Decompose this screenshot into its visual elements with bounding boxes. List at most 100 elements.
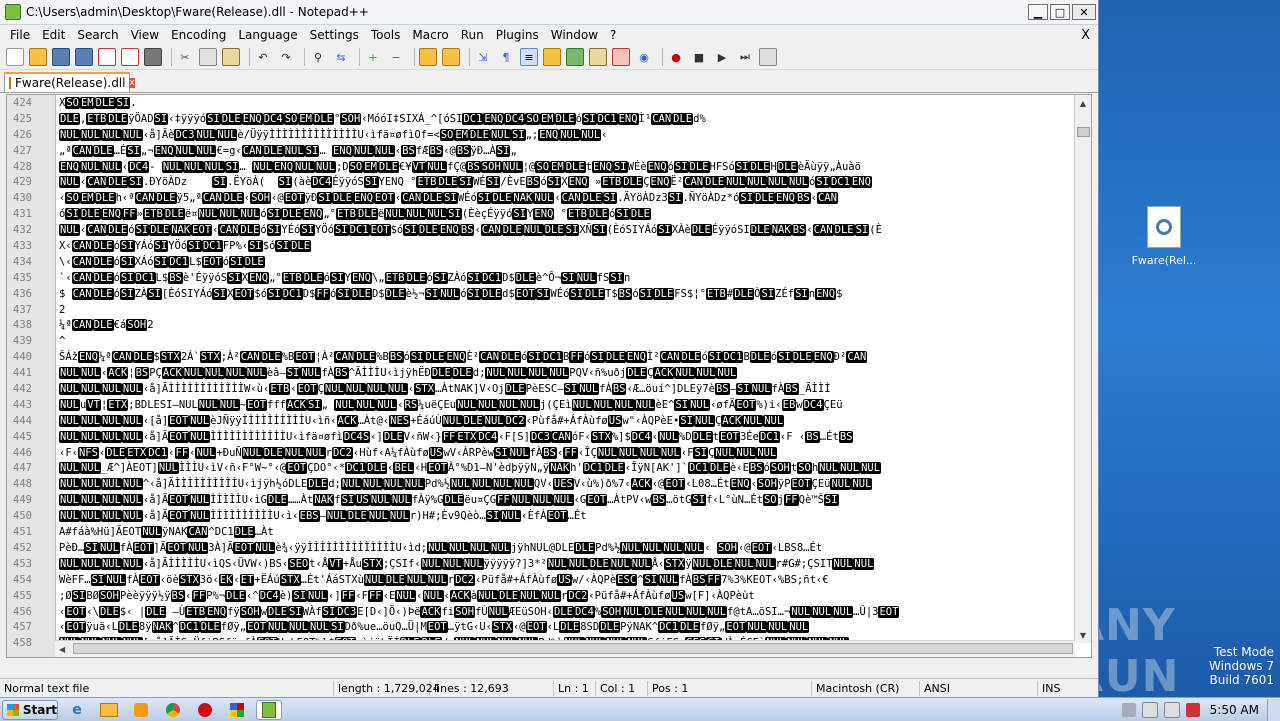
doc-map-icon[interactable] bbox=[566, 48, 584, 66]
editor-line[interactable]: 430 ‹SO EM DLEh‹ªCAN DLEÿ5„ªCAN DLE‹SOH‹@EOTÿ… bbox=[7, 191, 1075, 207]
editor-line[interactable]: 452 PèÐ…SI NULfÀEOT]ÃEOT NUL3À]ÃEOT NULè¾‹ÿÿ… bbox=[7, 541, 1075, 557]
editor-line[interactable]: 426 NUL NUL NUL NUL‹å]ÃèDC3 NUL NULè/ÜÿÿÌÌÌÌÌÌ… bbox=[7, 128, 1075, 144]
menu-settings[interactable]: Settings bbox=[304, 28, 365, 42]
volume-icon[interactable] bbox=[1141, 701, 1158, 718]
menu-file[interactable]: File bbox=[4, 28, 36, 42]
editor-line[interactable]: 438 ¼ªCAN DLE€áSOH2 bbox=[7, 318, 1075, 334]
scroll-down-icon[interactable]: ▼ bbox=[1075, 627, 1091, 643]
save-all-icon[interactable] bbox=[75, 48, 93, 66]
editor-line[interactable]: 450 NUL NUL NUL NUL‹å]ÃEOT NULÌÌÌÌÌÌÌÌÌÌU‹ì‹E… bbox=[7, 509, 1075, 525]
save-icon[interactable] bbox=[52, 48, 70, 66]
editor-line[interactable]: 437 2 bbox=[7, 303, 1075, 319]
menu-window[interactable]: Window bbox=[545, 28, 604, 42]
menu-view[interactable]: View bbox=[125, 28, 165, 42]
editor-line[interactable]: 454 WèFF…SI NULfÀEOT‹öèSTX3ö‹EK‹ET+ËÁúSTX…… bbox=[7, 573, 1075, 589]
scroll-up-icon[interactable]: ▲ bbox=[1075, 95, 1091, 111]
close-all-icon[interactable] bbox=[121, 48, 139, 66]
run-macro-multiple-icon[interactable]: ⏭ bbox=[736, 48, 754, 66]
folder-workspace-icon[interactable] bbox=[612, 48, 630, 66]
editor-line[interactable]: 436 $ CAN DLEóSIZÀSI[ÈóSIYÁóSIXEOT$óSI DC1D… bbox=[7, 287, 1075, 303]
editor-line[interactable]: 427 „ªCAN DLE…ÉSI„¬ENQ NUL NUL€=g‹CAN DLE NUL S… bbox=[7, 144, 1075, 160]
editor-line[interactable]: 455 ;ØSIBØSOHPèèÿÿÿ½ÿBS‹FFP%¬DLE‹^DC4è)SI… bbox=[7, 589, 1075, 605]
status-eol[interactable]: Macintosh (CR) bbox=[812, 681, 920, 696]
tab-fware-release[interactable]: Fware(Release).dll x bbox=[4, 72, 135, 92]
chrome-icon[interactable] bbox=[160, 700, 186, 720]
tray-expand-icon[interactable] bbox=[1121, 702, 1136, 717]
editor-line[interactable]: 441 NUL NUL‹ACK¦BSPÇACK NUL NUL NUL NULèâ—SI NU… bbox=[7, 366, 1075, 382]
start-button[interactable]: Start bbox=[2, 699, 58, 720]
editor-line[interactable]: 445 NUL NUL NUL NUL‹å]ÃEOT NULÌÌÌÌÌÌÌÌÌÌÌÌU‹ì… bbox=[7, 430, 1075, 446]
minimize-button[interactable]: ▁ bbox=[1028, 4, 1048, 20]
tab-close-icon[interactable]: x bbox=[129, 78, 135, 88]
editor-line[interactable]: 432 NUL‹CAN DLEóSI DLE NAK EOT‹CAN DLEóSIYÉóSI… bbox=[7, 223, 1075, 239]
zoom-in-icon[interactable]: + bbox=[364, 48, 382, 66]
save-macro-icon[interactable] bbox=[759, 48, 777, 66]
show-desktop-button[interactable] bbox=[1267, 698, 1280, 721]
show-all-chars-icon[interactable]: ¶ bbox=[497, 48, 515, 66]
maximize-button[interactable]: □ bbox=[1050, 4, 1070, 20]
close-file-icon[interactable] bbox=[98, 48, 116, 66]
close-document-x[interactable]: X bbox=[1073, 28, 1098, 43]
copy-icon[interactable] bbox=[199, 48, 217, 66]
open-file-icon[interactable] bbox=[29, 48, 47, 66]
action-center-icon[interactable] bbox=[1185, 702, 1200, 717]
zoom-out-icon[interactable]: − bbox=[387, 48, 405, 66]
record-macro-icon[interactable]: ● bbox=[667, 48, 685, 66]
menu-help[interactable]: ? bbox=[604, 28, 622, 42]
play-macro-icon[interactable]: ▶ bbox=[713, 48, 731, 66]
editor-line[interactable]: 431 óSI DLE ENQ FF»ETB DLEë¤NUL NUL NULóSI DLE EN… bbox=[7, 207, 1075, 223]
editor-line[interactable]: 448 NUL NUL NUL NUL^‹å]ÃÌÌÌÌÌÌÌÌÌÌU‹ìjÿh½óDL… bbox=[7, 477, 1075, 493]
menu-plugins[interactable]: Plugins bbox=[490, 28, 545, 42]
horizontal-scrollbar[interactable]: ◀ ▶ bbox=[55, 640, 1075, 657]
editor-line[interactable]: 457 ‹EOTÿuä‹LDLE8ÿNAK^DC1 DLEfØÿ„EOT NUL NUL… bbox=[7, 620, 1075, 636]
redo-icon[interactable]: ↷ bbox=[277, 48, 295, 66]
editor-area[interactable]: 424 XSO EM DLE SI. 425 DLE‚ETB DLEÿÖADSI‹‡ÿÿÿóS… bbox=[6, 94, 1092, 658]
word-wrap-icon[interactable]: ⇲ bbox=[474, 48, 492, 66]
editor-line[interactable]: 424 XSO EM DLE SI. bbox=[7, 96, 1075, 112]
function-list-icon[interactable] bbox=[589, 48, 607, 66]
editor-line[interactable]: 425 DLE‚ETB DLEÿÖADSI‹‡ÿÿÿóSI DLE ENQ DC4 SO EM… bbox=[7, 112, 1075, 128]
replace-icon[interactable]: ⇆ bbox=[332, 48, 350, 66]
monitoring-icon[interactable]: ◉ bbox=[635, 48, 653, 66]
editor-line[interactable]: 434 \‹CAN DLEóSIXÁóSI DC1L$EOTóSI DLE bbox=[7, 255, 1075, 271]
paste-icon[interactable] bbox=[222, 48, 240, 66]
editor-line[interactable]: 451 A#fáà%Hü]ÃEOTNULÿNAKCAN^DC1DLE…Àt bbox=[7, 525, 1075, 541]
cut-icon[interactable]: ✂ bbox=[176, 48, 194, 66]
menu-run[interactable]: Run bbox=[455, 28, 490, 42]
sync-horizontal-icon[interactable] bbox=[442, 48, 460, 66]
scroll-left-icon[interactable]: ◀ bbox=[55, 645, 65, 654]
find-icon[interactable]: ⚲ bbox=[309, 48, 327, 66]
internet-explorer-icon[interactable]: e bbox=[64, 700, 90, 720]
editor-line[interactable]: 433 X‹CAN DLEóSIYÁóSIYÖóSI DC1FP%‹SI$óSI DLE bbox=[7, 239, 1075, 255]
menu-encoding[interactable]: Encoding bbox=[165, 28, 232, 42]
editor-line[interactable]: 449 NUL NUL NUL NUL‹å]ÃEOT NULÌÌÌÌÌU‹ìGDLE……À… bbox=[7, 493, 1075, 509]
editor-line[interactable]: 447 NUL NUL_Æ^]ÀEOT]NULÌÌÌU‹ìV‹ñ‹F°W~°‹@EO… bbox=[7, 461, 1075, 477]
menu-macro[interactable]: Macro bbox=[406, 28, 454, 42]
menu-language[interactable]: Language bbox=[232, 28, 303, 42]
editor-line[interactable]: 456 ‹EOT‹\DLE$‹ |DLE —ÙETB ENQfÿSOHwDLE SIW… bbox=[7, 605, 1075, 621]
app-grid-icon[interactable] bbox=[224, 700, 250, 720]
editor-line[interactable]: 429 NUL‹CAN DLE SI.ÐYöÀDz SI.ËYöÀ( SI(àèDC4… bbox=[7, 175, 1075, 191]
network-icon[interactable] bbox=[1163, 701, 1180, 718]
stop-macro-icon[interactable]: ■ bbox=[690, 48, 708, 66]
editor-line[interactable]: 453 NUL NUL NUL NUL‹å]ÃÌÌÌÌÌU‹ìQS‹ÜVW‹)BS‹SE… bbox=[7, 557, 1075, 573]
horizontal-scroll-thumb[interactable] bbox=[73, 643, 1073, 654]
vertical-scroll-thumb[interactable] bbox=[1077, 127, 1090, 137]
editor-line[interactable]: 439 ^ bbox=[7, 334, 1075, 350]
close-button[interactable]: ✕ bbox=[1072, 4, 1096, 20]
editor-line[interactable]: 428 ENQ NUL NUL‹DC4- NUL NUL NUL SI… NUL ENQ NUL… bbox=[7, 160, 1075, 176]
explorer-folder-icon[interactable] bbox=[96, 700, 122, 720]
indent-guide-icon[interactable]: ≡ bbox=[520, 48, 538, 66]
editor-line[interactable]: 444 NUL NUL NUL NUL‹[å]EOT NULèJÑÿÿÌÌÌÌÌÌÌÌÌÌ… bbox=[7, 414, 1075, 430]
menu-tools[interactable]: Tools bbox=[365, 28, 407, 42]
editor-line[interactable]: 446 ‹F‹NFS‹DLE ETX DC1‹FF‹NUL+ÐuÑNUL DLE NUL N… bbox=[7, 446, 1075, 462]
print-icon[interactable] bbox=[144, 48, 162, 66]
clock[interactable]: 5:50 AM bbox=[1210, 703, 1259, 717]
menu-search[interactable]: Search bbox=[71, 28, 124, 42]
editor-line[interactable]: 443 NULuVT¦ETX;BDLESI—NULNUL NUL~EOTfffACK… bbox=[7, 398, 1075, 414]
media-player-icon[interactable] bbox=[128, 700, 154, 720]
opera-icon[interactable] bbox=[192, 700, 218, 720]
vertical-scrollbar[interactable]: ▲ ▼ bbox=[1074, 95, 1091, 643]
undo-icon[interactable]: ↶ bbox=[254, 48, 272, 66]
desktop-file-icon[interactable]: Fware(Rel... bbox=[1128, 206, 1200, 267]
